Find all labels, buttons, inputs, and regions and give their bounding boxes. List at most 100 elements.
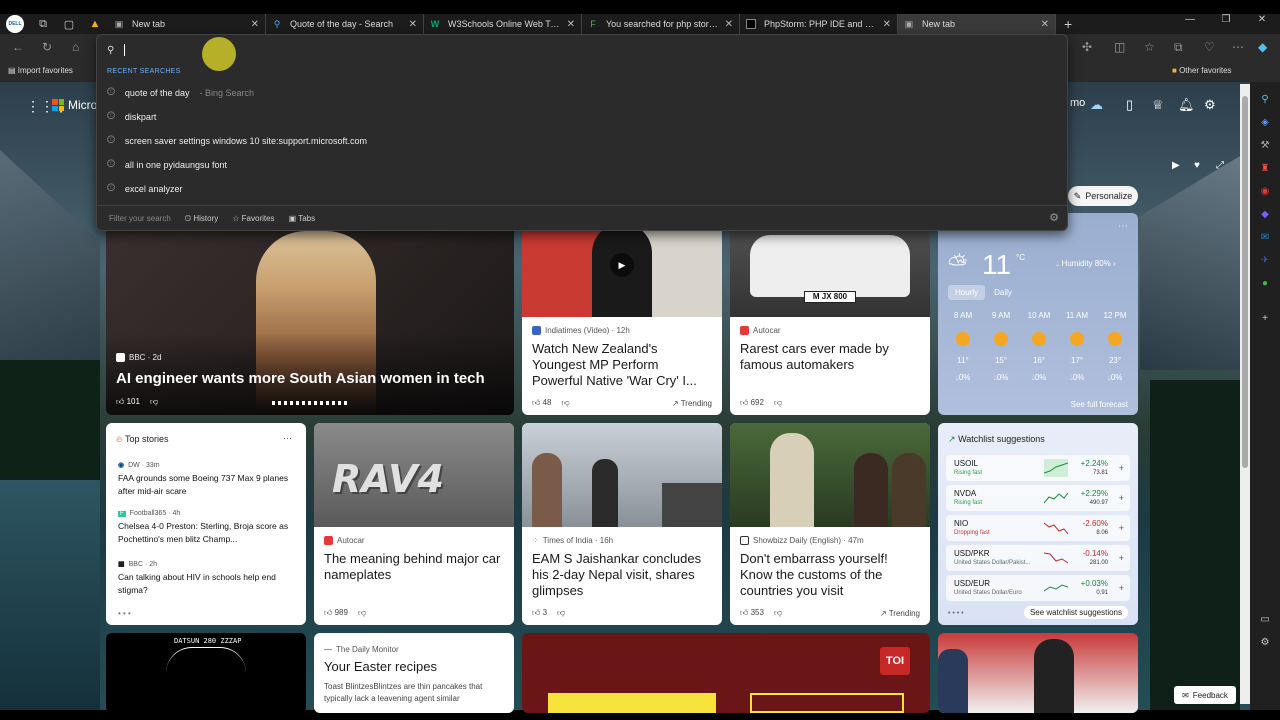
video-card[interactable]: DATSUN 280 ZZZAP: [106, 633, 306, 713]
close-icon[interactable]: ✕: [567, 19, 575, 30]
weather-cloud-icon[interactable]: ☁: [1090, 97, 1103, 113]
news-title[interactable]: Watch New Zealand's Youngest MP Perform …: [532, 341, 712, 389]
extensions-icon[interactable]: ✣: [1082, 40, 1092, 54]
recent-search-item[interactable]: 🕓︎ excel analyzer: [107, 183, 182, 194]
close-icon[interactable]: ✕: [1041, 19, 1049, 30]
dislike-icon[interactable]: 👎︎: [557, 608, 565, 618]
maximize-icon[interactable]: ❐: [1208, 14, 1244, 25]
tab-hourly[interactable]: Hourly: [948, 285, 986, 300]
news-title[interactable]: Your Easter recipes: [324, 659, 504, 675]
drop-icon[interactable]: ✈: [1250, 255, 1280, 266]
dislike-icon[interactable]: 👎︎: [562, 398, 570, 408]
news-card[interactable]: ⁘ Times of India · 16h EAM S Jaishankar c…: [522, 423, 722, 625]
filter-favorites-button[interactable]: ☆ Favorites: [232, 214, 274, 223]
watchlist-row[interactable]: USD/PKR United States Dollar/Pakist... -0.…: [946, 545, 1130, 571]
top-story-item[interactable]: ▦ BBC · 2h Can talking about HIV in school…: [118, 560, 298, 597]
watchlist-footer-link[interactable]: See watchlist suggestions: [1023, 606, 1128, 619]
like-icon[interactable]: 👍︎ 48: [532, 398, 552, 408]
watchlist-row[interactable]: USOIL Rising fast +2.24% 73.81 +: [946, 455, 1130, 481]
close-icon[interactable]: ✕: [725, 19, 733, 30]
collections-icon[interactable]: ⧉: [1174, 40, 1183, 55]
add-watchlist-icon[interactable]: +: [1119, 523, 1124, 533]
expand-icon[interactable]: ⤢: [1216, 160, 1224, 171]
close-icon[interactable]: ✕: [409, 19, 417, 30]
weather-unit[interactable]: °C: [1016, 253, 1025, 262]
news-card[interactable]: ▶ Indiatimes (Video) · 12h Watch New Zea…: [522, 213, 722, 415]
feedback-button[interactable]: ✉ Feedback: [1174, 686, 1236, 704]
add-watchlist-icon[interactable]: +: [1119, 493, 1124, 503]
tab-2[interactable]: W W3Schools Online Web Tutorials ✕: [424, 14, 582, 34]
watchlist-row[interactable]: NVDA Rising fast +2.29% 490.97 +: [946, 485, 1130, 511]
video-card[interactable]: TOI: [522, 633, 930, 713]
games-icon[interactable]: ♜: [1250, 163, 1280, 174]
personalize-button[interactable]: ✎ Personalize: [1068, 186, 1138, 206]
settings-menu-icon[interactable]: ⋯: [1232, 40, 1244, 54]
recent-search-item[interactable]: 🕓︎ all in one pyidaungsu font: [107, 159, 227, 170]
import-favorites-link[interactable]: ▤ Import favorites: [8, 66, 73, 75]
pagination-dots[interactable]: • • •: [118, 609, 131, 618]
home-icon[interactable]: ⌂: [72, 40, 79, 54]
search-icon[interactable]: ⚲: [1250, 94, 1280, 105]
dislike-icon[interactable]: 👎︎: [774, 398, 782, 408]
top-story-item[interactable]: F Football365 · 4h Chelsea 4-0 Preston: St…: [118, 510, 298, 546]
page-settings-icon[interactable]: ⚙: [1204, 97, 1216, 113]
news-card[interactable]: Showbizz Daily (English) · 47m Don't emb…: [730, 423, 930, 625]
like-icon[interactable]: 👍︎ 3: [532, 608, 547, 618]
weather-card[interactable]: ⋯ ⛅︎ 11 °C 💧︎ Humidity 80% › Hourly Dail…: [938, 213, 1138, 415]
tools-icon[interactable]: ⚒: [1250, 140, 1280, 151]
bg-like-icon[interactable]: ♥: [1194, 160, 1200, 171]
recent-search-item[interactable]: 🕓︎ screen saver settings windows 10 site:…: [107, 135, 367, 146]
new-tab-button[interactable]: +: [1064, 16, 1072, 32]
news-card[interactable]: [938, 633, 1138, 713]
refresh-icon[interactable]: ↻: [42, 40, 52, 54]
like-icon[interactable]: 👍︎ 989: [324, 608, 348, 618]
close-icon[interactable]: ✕: [251, 19, 259, 30]
add-watchlist-icon[interactable]: +: [1119, 553, 1124, 563]
filter-history-button[interactable]: 🕓︎ History: [185, 214, 218, 224]
news-title[interactable]: Don't embarrass yourself! Know the custo…: [740, 551, 920, 599]
minimize-icon[interactable]: —: [1172, 14, 1208, 25]
other-favorites-link[interactable]: ■ Other favorites: [1172, 66, 1232, 75]
split-screen-icon[interactable]: ◫: [1114, 40, 1125, 54]
more-icon[interactable]: ⋯: [1118, 221, 1128, 232]
recent-search-item[interactable]: 🕓︎ diskpart: [107, 111, 156, 122]
microsoft-logo[interactable]: Micro: [52, 98, 97, 112]
more-icon[interactable]: ⋯: [283, 433, 292, 444]
tab-actions-icon[interactable]: ▢: [62, 17, 76, 31]
like-icon[interactable]: 👍︎ 101: [116, 397, 140, 407]
shopping-icon[interactable]: ◈: [1250, 117, 1280, 128]
workspaces-icon[interactable]: ⧉: [36, 17, 50, 31]
hero-title[interactable]: AI engineer wants more South Asian women…: [116, 371, 504, 387]
drive-icon[interactable]: ▲: [88, 17, 102, 31]
tab-4[interactable]: PhpStorm: PHP IDE and Code Edi ✕: [740, 14, 898, 34]
watchlist-row[interactable]: NIO Dropping fast -2.60% 8.06 +: [946, 515, 1130, 541]
office-icon[interactable]: ◉: [1250, 186, 1280, 197]
top-story-item[interactable]: ◉ DW · 33m FAA grounds some Boeing 737 Max…: [118, 461, 298, 498]
filter-tabs-button[interactable]: ▣ Tabs: [289, 214, 316, 223]
dislike-icon[interactable]: 👎︎: [774, 608, 782, 618]
tab-1[interactable]: ⚲ Quote of the day - Search ✕: [266, 14, 424, 34]
favorites-icon[interactable]: ☆: [1144, 40, 1155, 54]
sidebar-layout-icon[interactable]: ▭: [1250, 614, 1280, 625]
tab-0[interactable]: ▣ New tab ✕: [108, 14, 266, 34]
search-settings-icon[interactable]: ⚙: [1049, 211, 1059, 224]
video-play-icon[interactable]: ▶: [610, 253, 634, 277]
browser-essentials-icon[interactable]: ♡: [1204, 40, 1215, 54]
watchlist-row[interactable]: USD/EUR United States Dollar/Euro +0.03% 0.…: [946, 575, 1130, 601]
dislike-icon[interactable]: 👎︎: [150, 397, 158, 407]
close-icon[interactable]: ✕: [883, 19, 891, 30]
back-icon[interactable]: ←: [12, 40, 24, 54]
dislike-icon[interactable]: 👎︎: [358, 608, 366, 618]
rewards-icon[interactable]: ♕: [1152, 97, 1164, 113]
play-icon[interactable]: ▶: [1172, 160, 1180, 171]
tab-daily[interactable]: Daily: [987, 285, 1019, 300]
add-sidebar-icon[interactable]: +: [1250, 313, 1280, 324]
close-window-icon[interactable]: ✕: [1244, 14, 1280, 25]
hero-card[interactable]: BBC · 2d AI engineer wants more South As…: [106, 213, 514, 415]
news-title[interactable]: Rarest cars ever made by famous automake…: [740, 341, 920, 373]
news-title[interactable]: The meaning behind major car nameplates: [324, 551, 504, 583]
tab-3[interactable]: F You searched for php storm | File ✕: [582, 14, 740, 34]
notifications-icon[interactable]: 🔔︎: [1178, 97, 1195, 113]
carousel-dots[interactable]: [272, 401, 350, 405]
add-watchlist-icon[interactable]: +: [1119, 583, 1124, 593]
